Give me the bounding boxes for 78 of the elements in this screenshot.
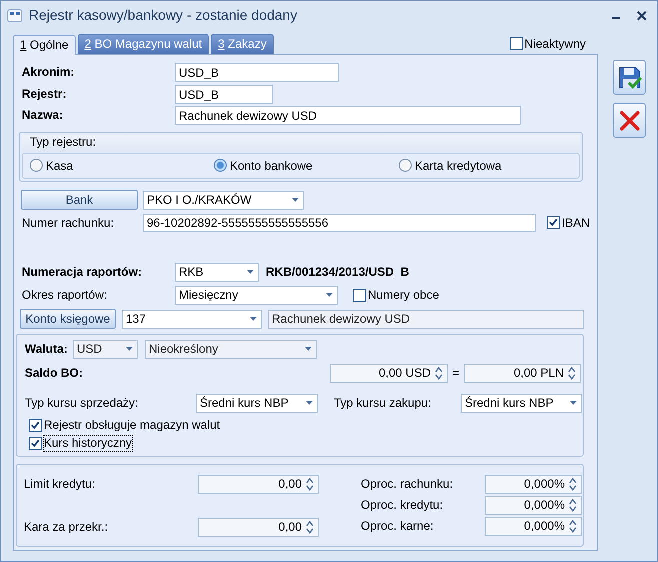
caret-icon [125, 347, 134, 352]
field-label: Akronim: [22, 65, 75, 80]
field-label: Oproc. rachunku: [361, 477, 454, 492]
dropdown-field[interactable]: Średni kurs NBP [461, 394, 582, 413]
number-field[interactable]: 0,00 [198, 518, 319, 537]
dropdown-field[interactable]: PKO I O./KRAKÓW [143, 190, 304, 210]
number-field[interactable]: 0,00 PLN [464, 364, 581, 383]
number-field[interactable]: 0,000% [485, 496, 582, 515]
text-field[interactable]: USD_B [175, 63, 339, 82]
caret-icon [305, 401, 314, 406]
bank-button[interactable]: Bank [21, 190, 138, 210]
close-icon[interactable] [637, 10, 647, 20]
field-label: Oproc. karne: [361, 519, 434, 534]
checkbox[interactable] [547, 216, 560, 230]
number-field[interactable]: 0,000% [485, 475, 582, 494]
caret-icon [249, 316, 258, 322]
spin-icon[interactable] [569, 498, 577, 513]
field-label: Numeracja raportów: [22, 265, 142, 280]
field-label: Limit kredytu: [24, 477, 96, 492]
checkbox[interactable] [29, 437, 42, 450]
spin-icon[interactable] [569, 519, 577, 534]
save-button[interactable] [613, 60, 646, 95]
field-label: Typ kursu sprzedaży: [25, 396, 138, 410]
spin-icon[interactable] [435, 366, 443, 381]
checkbox-label[interactable]: Nieaktywny [524, 36, 586, 52]
field-label: Oproc. kredytu: [361, 498, 444, 512]
radio-button[interactable] [399, 159, 412, 172]
caret-icon [291, 198, 300, 202]
dropdown-field[interactable]: Średni kurs NBP [196, 394, 318, 413]
text-field[interactable]: Rachunek dewizowy USD [175, 106, 521, 125]
checkbox[interactable] [353, 288, 366, 302]
checkbox-label[interactable]: IBAN [562, 216, 590, 230]
field-label: Nazwa: [22, 108, 64, 122]
field-label: Typ kursu zakupu: [334, 396, 432, 410]
group-title: Typ rejestru: [30, 135, 96, 149]
checkbox-label[interactable]: Rejestr obsługuje magazyn walut [44, 418, 220, 432]
text-field[interactable]: USD_B [175, 85, 273, 104]
text-field[interactable]: 96-10202892-5555555555555556 [143, 214, 536, 232]
checkbox-label[interactable]: Numery obce [368, 288, 440, 303]
number-field[interactable]: 0,00 [198, 475, 319, 494]
radio-button[interactable] [214, 159, 227, 172]
dropdown-field[interactable]: 137 [122, 310, 262, 328]
caret-icon [325, 293, 334, 298]
dropdown-field[interactable]: RKB [175, 263, 259, 282]
number-field[interactable]: 0,000% [485, 517, 582, 536]
caret-icon [569, 401, 578, 406]
spin-icon[interactable] [306, 520, 314, 535]
spin-icon[interactable] [306, 477, 314, 492]
radio-label[interactable]: Karta kredytowa [415, 158, 502, 174]
checkbox[interactable] [29, 418, 42, 432]
caret-icon [304, 347, 313, 352]
field-label: Waluta: [25, 342, 68, 356]
checkbox[interactable] [510, 37, 523, 50]
app-icon [7, 8, 23, 24]
ledger-account-button[interactable]: Konto księgowe [20, 309, 116, 329]
cross-icon [618, 108, 642, 132]
tab[interactable]: 3 Zakazy [211, 34, 274, 54]
field-label: Kara za przekr.: [24, 520, 108, 534]
caret-icon [246, 270, 255, 275]
checkbox-label[interactable]: Kurs historyczny [44, 436, 132, 451]
cancel-button[interactable] [613, 103, 646, 138]
field-label: Rejestr: [22, 87, 67, 102]
spin-icon[interactable] [568, 366, 576, 381]
field-label: Saldo BO: [25, 366, 84, 380]
field-label: Numer rachunku: [22, 216, 114, 230]
radio-label[interactable]: Konto bankowe [230, 158, 313, 174]
radio-label[interactable]: Kasa [46, 158, 74, 174]
window-title: Rejestr kasowy/bankowy - zostanie dodany [29, 7, 298, 24]
text-field[interactable]: Rachunek dewizowy USD [268, 310, 584, 328]
tab[interactable]: 1 Ogólne [13, 35, 76, 55]
spin-icon[interactable] [569, 477, 577, 492]
numbering-preview: RKB/001234/2013/USD_B [266, 265, 410, 280]
radio-button[interactable] [30, 159, 43, 172]
equals-sign: = [451, 366, 460, 381]
number-field[interactable]: 0,00 USD [330, 364, 448, 383]
field-label: Okres raportów: [22, 288, 108, 302]
tab[interactable]: 2 BO Magazynu walut [78, 34, 210, 54]
dropdown-field[interactable]: Miesięczny [175, 286, 338, 305]
